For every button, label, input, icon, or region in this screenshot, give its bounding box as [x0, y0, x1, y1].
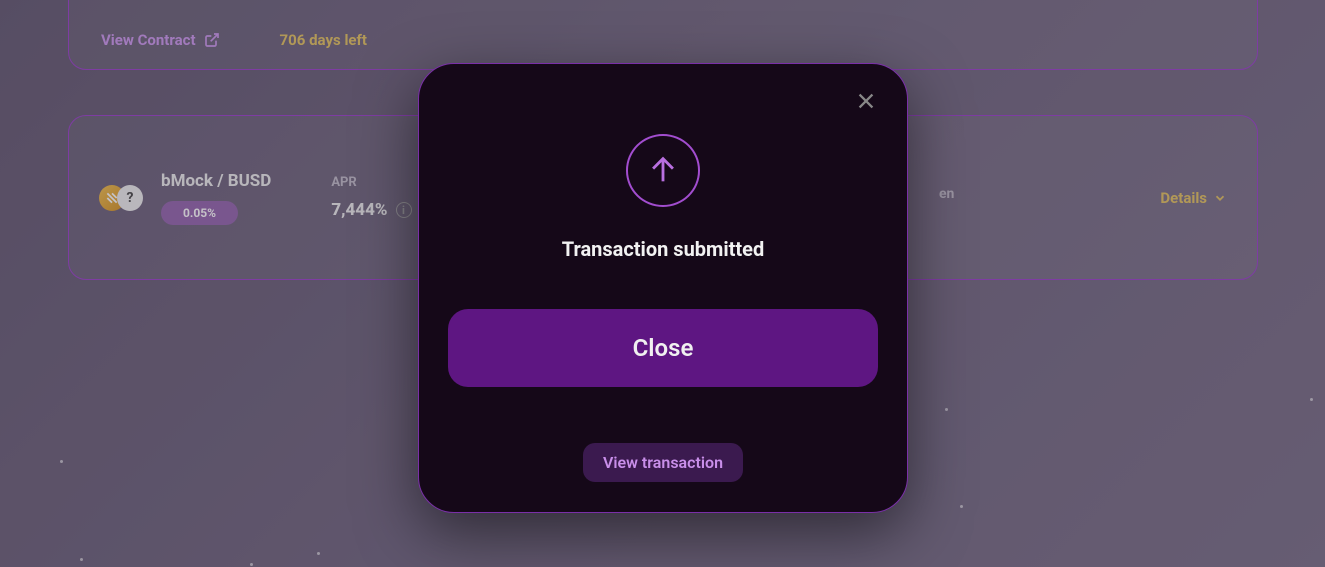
modal-title: Transaction submitted — [562, 237, 765, 261]
close-icon[interactable] — [855, 90, 877, 116]
view-transaction-label: View transaction — [603, 453, 723, 472]
arrow-up-circle-icon — [626, 134, 700, 207]
transaction-modal: Transaction submitted Close View transac… — [418, 63, 908, 513]
view-transaction-button[interactable]: View transaction — [583, 443, 743, 482]
close-button-label: Close — [633, 334, 694, 362]
close-button[interactable]: Close — [448, 309, 878, 387]
